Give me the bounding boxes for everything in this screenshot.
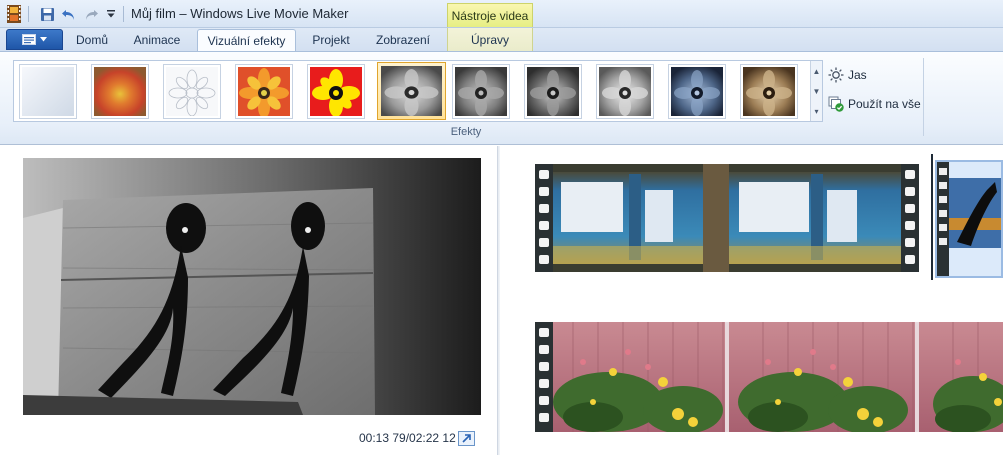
threshold-effect-icon [310, 67, 362, 116]
tab-project-label: Projekt [312, 33, 350, 47]
tab-project[interactable]: Projekt [301, 29, 361, 51]
filmstrip-sprocket-left [535, 164, 553, 272]
redo-icon[interactable] [82, 5, 100, 23]
tab-edit-label: Úpravy [470, 33, 509, 47]
tab-home-label: Domů [75, 33, 108, 47]
effect-thumb-blur[interactable] [91, 64, 149, 119]
ribbon-tab-row: Domů Animace Vizuální efekty Projekt Zob… [0, 28, 1003, 51]
save-icon[interactable] [38, 5, 56, 23]
edge-detect-effect-icon [166, 67, 218, 116]
storyboard-clip-selected[interactable] [935, 160, 1003, 278]
effect-thumb-cyanotype[interactable] [668, 64, 726, 119]
effect-thumb-bw-red[interactable] [452, 64, 510, 119]
apply-all-icon [828, 96, 844, 112]
effect-thumb-black-white[interactable] [377, 62, 446, 120]
filmstrip-sprocket-right [901, 164, 919, 272]
video-preview[interactable] [23, 158, 481, 415]
ribbon-separator [923, 58, 924, 136]
app-menu-button[interactable] [6, 29, 63, 50]
fullscreen-preview-button[interactable] [458, 431, 475, 446]
chevron-down-icon [40, 37, 47, 42]
black-white-effect-icon [381, 66, 442, 116]
tab-home[interactable]: Domů [66, 29, 118, 51]
black-white-orange-filter-icon [599, 67, 651, 116]
posterize-effect-icon [238, 67, 290, 116]
undo-icon[interactable] [60, 5, 78, 23]
effect-thumb-posterize[interactable] [235, 64, 293, 119]
tab-animations[interactable]: Animace [124, 29, 190, 51]
no-effect-icon [22, 67, 74, 116]
filmstrip-sprocket-left-2 [535, 322, 553, 432]
tab-visual-effects-label: Vizuální efekty [207, 33, 286, 48]
window-title: Můj film – Windows Live Movie Maker [131, 6, 349, 21]
effects-group-label: Efekty [450, 126, 482, 138]
expand-arrow-icon [462, 434, 471, 443]
effect-thumb-sepia[interactable] [740, 64, 798, 119]
effect-thumb-bw-orange[interactable] [596, 64, 654, 119]
selected-clip-thumbnail [937, 162, 1001, 276]
clip-thumbnails-screen [553, 164, 901, 272]
storyboard-clip-garden[interactable] [535, 322, 1003, 432]
workspace: 00:13 79/02:22 12 [0, 146, 1003, 455]
pane-divider[interactable] [497, 146, 500, 455]
tab-animations-label: Animace [133, 33, 181, 47]
effect-thumb-threshold[interactable] [307, 64, 365, 119]
gallery-scroll-down-icon[interactable]: ▼ [811, 81, 822, 101]
effect-thumb-edge[interactable] [163, 64, 221, 119]
sepia-effect-icon [743, 67, 795, 116]
context-tab-header: Nástroje videa [447, 3, 533, 27]
preview-frame [23, 158, 481, 415]
brightness-button[interactable]: Jas [828, 67, 867, 83]
customize-dropdown-icon[interactable] [102, 5, 120, 23]
blur-effect-icon [94, 67, 146, 116]
tab-visual-effects[interactable]: Vizuální efekty [197, 29, 296, 51]
black-white-red-filter-icon [455, 67, 507, 116]
gallery-scroll-up-icon[interactable]: ▲ [811, 61, 822, 81]
preview-timecode: 00:13 79/02:22 12 [359, 431, 456, 445]
gallery-scrollbar[interactable]: ▲ ▼ ▾ [810, 61, 822, 121]
sun-icon [828, 67, 844, 83]
effects-gallery: ▲ ▼ ▾ [13, 60, 823, 122]
apply-all-label: Použít na vše [848, 97, 921, 111]
quick-access-separator [28, 6, 29, 22]
gallery-expand-icon[interactable]: ▾ [811, 101, 822, 121]
effect-thumb-none[interactable] [19, 64, 77, 119]
ribbon-panel: ▲ ▼ ▾ Jas Použít na vše Efekty [0, 51, 1003, 145]
apply-to-all-button[interactable]: Použít na vše [828, 96, 921, 112]
playback-cursor[interactable] [931, 154, 933, 280]
brightness-label: Jas [848, 68, 867, 82]
tab-view-label: Zobrazení [375, 33, 431, 47]
title-bar: Můj film – Windows Live Movie Maker Nást… [0, 0, 1003, 28]
black-white-yellow-filter-icon [527, 67, 579, 116]
storyboard-clip-screen[interactable] [535, 164, 919, 272]
app-filmstrip-icon[interactable] [5, 5, 23, 23]
tab-view[interactable]: Zobrazení [366, 29, 440, 51]
effect-thumb-bw-yellow[interactable] [524, 64, 582, 119]
cyanotype-effect-icon [671, 67, 723, 116]
clip-thumbnails-garden [553, 322, 1003, 432]
context-tab-header-label: Nástroje videa [451, 8, 529, 23]
title-separator [123, 6, 124, 22]
tab-edit[interactable]: Úpravy [452, 29, 528, 51]
app-menu-icon [22, 34, 36, 45]
